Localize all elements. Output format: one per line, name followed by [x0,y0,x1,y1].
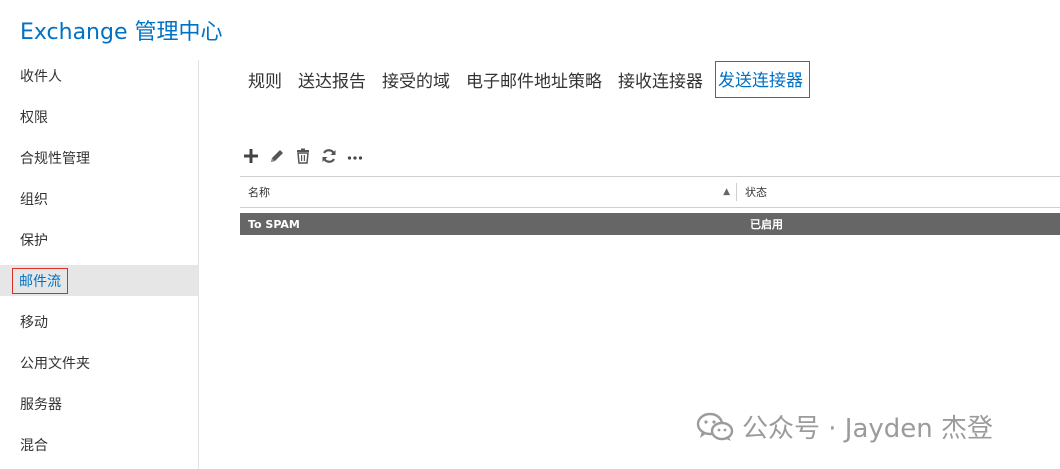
sidebar-item-label: 组织 [20,191,48,208]
sidebar-item-public-folders[interactable]: 公用文件夹 [0,347,198,378]
sort-ascending-icon: ▲ [723,187,730,197]
add-icon [244,149,258,163]
add-button[interactable] [242,146,260,166]
tab-send-connectors[interactable]: 发送连接器 [715,60,810,98]
sidebar-item-label: 公用文件夹 [20,355,90,372]
sidebar-item-label: 服务器 [20,396,62,413]
sidebar-item-hybrid[interactable]: 混合 [0,429,198,460]
sidebar-item-protection[interactable]: 保护 [0,224,198,255]
sidebar-item-permissions[interactable]: 权限 [0,101,198,132]
app-title: Exchange 管理中心 [20,20,223,45]
sidebar-item-compliance[interactable]: 合规性管理 [0,142,198,173]
refresh-button[interactable] [320,146,338,166]
sidebar-item-label: 收件人 [20,68,62,85]
tab-receive-connectors[interactable]: 接收连接器 [618,67,703,92]
more-icon [347,156,363,160]
tab-rules[interactable]: 规则 [248,67,282,92]
sidebar-item-organization[interactable]: 组织 [0,183,198,214]
exchange-admin-center: Exchange 管理中心 收件人 权限 合规性管理 组织 保护 邮件流 移动 … [0,0,1060,469]
column-header-name[interactable]: 名称 ▲ [240,177,736,207]
sidebar-item-label: 权限 [20,109,48,126]
cell-name: To SPAM [248,217,300,231]
delete-icon [297,148,309,164]
sidebar-item-label: 合规性管理 [20,150,90,167]
wechat-icon [696,412,734,441]
cell-status: 已启用 [750,218,783,231]
tab-bar: 规则 送达报告 接受的域 电子邮件地址策略 接收连接器 发送连接器 [248,60,826,98]
sidebar-item-label: 混合 [20,437,48,454]
sidebar-item-servers[interactable]: 服务器 [0,388,198,419]
sidebar-item-mail-flow[interactable]: 邮件流 [0,265,198,296]
column-header-status[interactable]: 状态 [737,184,767,200]
table-header: 名称 ▲ 状态 [240,176,1060,208]
edit-button[interactable] [268,146,286,166]
refresh-icon [322,149,336,163]
sidebar-item-recipients[interactable]: 收件人 [0,60,198,91]
sidebar-item-mobile[interactable]: 移动 [0,306,198,337]
send-connectors-table: 名称 ▲ 状态 To SPAM 已启用 [240,176,1060,235]
delete-button[interactable] [294,146,312,166]
table-row[interactable]: To SPAM 已启用 [240,213,1060,235]
sidebar-item-label: 保护 [20,232,48,249]
toolbar [242,146,364,166]
tab-delivery-reports[interactable]: 送达报告 [298,67,366,92]
tab-accepted-domains[interactable]: 接受的域 [382,67,450,92]
watermark: 公众号 · Jayden 杰登 [696,408,993,445]
watermark-text: 公众号 · Jayden 杰登 [742,414,994,444]
more-button[interactable] [346,146,364,166]
edit-icon [271,150,283,162]
sidebar: 收件人 权限 合规性管理 组织 保护 邮件流 移动 公用文件夹 服务器 混合 [0,60,199,469]
tab-email-address-policies[interactable]: 电子邮件地址策略 [466,67,602,92]
sidebar-item-label: 邮件流 [12,267,68,294]
sidebar-item-label: 移动 [20,314,48,331]
